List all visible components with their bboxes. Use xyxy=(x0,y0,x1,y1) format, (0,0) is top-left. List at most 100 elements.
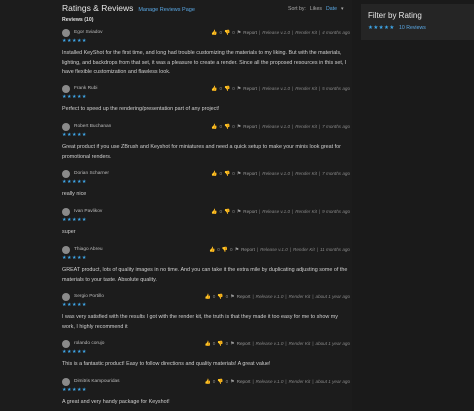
review-product: Render Kit xyxy=(295,86,317,91)
report-link[interactable]: Report xyxy=(243,171,257,176)
thumbs-down-icon[interactable]: 👎 xyxy=(224,171,230,177)
flag-icon[interactable]: ⚑ xyxy=(230,341,234,347)
reviewer-name[interactable]: Thiago Abreu xyxy=(74,247,103,252)
thumbs-up-icon[interactable]: 👍 xyxy=(211,86,217,92)
reviewer-name[interactable]: Frank Rubi xyxy=(74,86,97,91)
reviewer-name[interactable]: rolando corujo xyxy=(74,341,104,346)
meta-separator: | xyxy=(252,379,254,384)
review-stars: ★★★★★ xyxy=(62,349,87,355)
thumbs-up-icon[interactable]: 👍 xyxy=(211,124,217,130)
avatar[interactable] xyxy=(62,169,70,178)
avatar[interactable] xyxy=(62,84,70,93)
reviewer-name[interactable]: Sergio Portillo xyxy=(74,294,104,299)
flag-icon[interactable]: ⚑ xyxy=(237,124,241,130)
reviewer-name[interactable]: Egor Sviadov xyxy=(74,30,103,35)
report-link[interactable]: Report xyxy=(243,124,257,129)
report-link[interactable]: Report xyxy=(237,294,251,299)
thumbs-down-icon[interactable]: 👎 xyxy=(224,124,230,130)
dislike-count: 0 xyxy=(225,379,229,384)
review-meta: 👍 0 👎 0 ⚑ Report | Release v.1.0 | Render Kit | abo… xyxy=(205,294,350,300)
reviewer-name[interactable]: Dimitris Kampouridas xyxy=(74,379,120,384)
dislike-count: 0 xyxy=(232,171,235,176)
review-item: Sergio Portillo 👍 0 👎 0 ⚑ Report | Release v.1.0… xyxy=(62,292,350,332)
thumbs-up-icon[interactable]: 👍 xyxy=(205,379,211,385)
thumbs-down-icon[interactable]: 👎 xyxy=(217,294,223,300)
review-text: Installed KeyShot for the first time, an… xyxy=(62,50,347,75)
report-link[interactable]: Report xyxy=(243,86,257,91)
thumbs-down-icon[interactable]: 👎 xyxy=(224,86,230,92)
avatar[interactable] xyxy=(62,292,70,301)
review-item: Dorian Scharner 👍 0 👎 0 ⚑ Report | Release v.1.0… xyxy=(62,169,350,200)
review-item: Dimitris Kampouridas 👍 0 👎 0 ⚑ Report | Release … xyxy=(62,377,350,408)
avatar[interactable] xyxy=(62,377,70,386)
report-link[interactable]: Report xyxy=(237,341,251,346)
review-item: Egor Sviadov 👍 0 👎 0 ⚑ Report | Release v.1.0 | Re… xyxy=(62,28,350,78)
review-text: A great and very handy package for Keysh… xyxy=(62,399,170,405)
thumbs-up-icon[interactable]: 👍 xyxy=(205,294,211,300)
thumbs-down-icon[interactable]: 👎 xyxy=(224,30,230,36)
report-link[interactable]: Report xyxy=(243,209,257,214)
thumbs-down-icon[interactable]: 👎 xyxy=(224,209,230,215)
avatar[interactable] xyxy=(62,339,70,348)
meta-separator: | xyxy=(292,209,294,214)
filter-title: Filter by Rating xyxy=(368,11,422,20)
flag-icon[interactable]: ⚑ xyxy=(237,86,241,92)
meta-separator: | xyxy=(259,30,261,35)
reviewer-name[interactable]: Robert Buchanan xyxy=(74,124,111,129)
flag-icon[interactable]: ⚑ xyxy=(237,171,241,177)
review-item: Frank Rubi 👍 0 👎 0 ⚑ Report | Release v.1.0 | Rend… xyxy=(62,84,350,115)
flag-icon[interactable]: ⚑ xyxy=(230,294,234,300)
reviewer-name[interactable]: Ivan Pavlikov xyxy=(74,209,102,214)
report-link[interactable]: Report xyxy=(241,247,255,252)
manage-reviews-link[interactable]: Manage Reviews Page xyxy=(138,7,195,13)
meta-separator: | xyxy=(252,341,254,346)
thumbs-up-icon[interactable]: 👍 xyxy=(209,247,215,253)
thumbs-up-icon[interactable]: 👍 xyxy=(211,171,217,177)
meta-separator: | xyxy=(292,171,294,176)
sort-date-option[interactable]: Date xyxy=(326,6,337,12)
dislike-count: 0 xyxy=(230,247,233,252)
meta-separator: | xyxy=(259,171,261,176)
avatar[interactable] xyxy=(62,122,70,131)
review-age: 9 months ago xyxy=(322,209,350,214)
review-age: 5 months ago xyxy=(322,86,350,91)
thumbs-down-icon[interactable]: 👎 xyxy=(217,341,223,347)
review-version: Release v.1.0 xyxy=(262,86,291,91)
thumbs-down-icon[interactable]: 👎 xyxy=(222,247,228,253)
sort-likes-option[interactable]: Likes xyxy=(310,6,322,12)
thumbs-down-icon[interactable]: 👎 xyxy=(217,379,223,385)
like-count: 0 xyxy=(217,247,220,252)
flag-icon[interactable]: ⚑ xyxy=(237,209,241,215)
meta-separator: | xyxy=(292,86,294,91)
thumbs-up-icon[interactable]: 👍 xyxy=(211,209,217,215)
review-stars: ★★★★★ xyxy=(62,94,87,100)
filter-stars[interactable]: ★★★★★ xyxy=(368,25,395,31)
like-count: 0 xyxy=(219,124,222,129)
like-count: 0 xyxy=(212,379,216,384)
flag-icon[interactable]: ⚑ xyxy=(235,247,239,253)
review-meta: 👍 0 👎 0 ⚑ Report | Release v.1.0 | Render Kit | 5 m… xyxy=(211,86,350,92)
avatar[interactable] xyxy=(62,245,70,254)
reviewer-name[interactable]: Dorian Scharner xyxy=(74,171,109,176)
meta-separator: | xyxy=(292,30,294,35)
flag-icon[interactable]: ⚑ xyxy=(237,30,241,36)
meta-separator: | xyxy=(316,247,318,252)
flag-icon[interactable]: ⚑ xyxy=(230,379,234,385)
review-meta: 👍 0 👎 0 ⚑ Report | Release v.1.0 | Render Kit | 11 … xyxy=(209,247,350,253)
report-link[interactable]: Report xyxy=(237,379,251,384)
review-product: Render Kit xyxy=(293,247,315,252)
report-link[interactable]: Report xyxy=(243,30,257,35)
chevron-down-icon[interactable]: ▾ xyxy=(341,6,344,12)
avatar[interactable] xyxy=(62,207,70,216)
filter-count-link[interactable]: 10 Reviews xyxy=(399,25,426,31)
review-version: Release v.1.0 xyxy=(255,294,284,299)
review-age: 7 months ago xyxy=(322,124,350,129)
avatar[interactable] xyxy=(62,28,70,37)
review-product: Render Kit xyxy=(288,341,311,346)
review-age: 7 months ago xyxy=(322,171,350,176)
review-product: Render Kit xyxy=(295,124,317,129)
review-age: 11 months ago xyxy=(319,247,350,252)
meta-separator: | xyxy=(292,124,294,129)
thumbs-up-icon[interactable]: 👍 xyxy=(211,30,217,36)
thumbs-up-icon[interactable]: 👍 xyxy=(205,341,211,347)
